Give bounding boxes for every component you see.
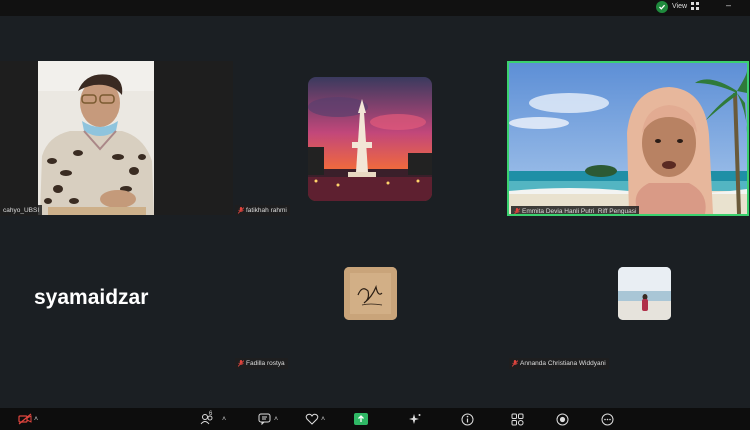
sparkle-icon — [408, 413, 422, 425]
info-icon — [461, 413, 474, 426]
apps-icon — [511, 413, 524, 426]
participant-display-name: syamaidzar — [34, 286, 149, 309]
info-button[interactable] — [461, 412, 474, 426]
record-icon — [556, 413, 569, 426]
participant-name-tag: cahyo_UBSI — [0, 205, 43, 216]
participants-count: 6 — [209, 411, 213, 417]
participant-tile-fadilla[interactable]: Fadilla rostya — [235, 224, 503, 376]
video-toggle-button[interactable]: ˄ — [18, 412, 38, 426]
participant-name-tag: Emmita Devia Hanli Putri_Riff Penguasi — [511, 206, 640, 215]
participant-name-tag: fatikhah rahmi — [235, 205, 290, 216]
view-button[interactable]: View — [672, 0, 700, 12]
top-bar: View – — [0, 0, 750, 16]
ai-companion-button[interactable] — [408, 412, 422, 426]
participant-avatar — [618, 267, 671, 320]
share-screen-button[interactable] — [354, 412, 368, 426]
apps-button[interactable] — [511, 412, 524, 426]
participant-name: fatikhah rahmi — [246, 207, 287, 214]
participants-icon: 6 — [200, 411, 214, 425]
reactions-button[interactable]: ˄ — [305, 412, 325, 426]
participant-name-tag: Fadilla rostya — [235, 358, 288, 369]
mic-off-icon — [511, 360, 519, 367]
participant-avatar — [344, 267, 397, 320]
chat-button[interactable]: ˄ — [258, 412, 278, 426]
participant-tile-cahyo[interactable]: cahyo_UBSI — [0, 61, 233, 216]
heart-icon — [305, 413, 319, 425]
chevron-up-icon[interactable]: ˄ — [274, 416, 278, 423]
participant-video — [509, 63, 747, 214]
participant-avatar — [308, 77, 432, 201]
participant-name-tag: Annanda Christiana Widdyani — [509, 358, 609, 369]
minimize-icon[interactable]: – — [726, 1, 731, 10]
view-label: View — [672, 2, 688, 10]
mic-off-icon — [513, 208, 521, 214]
mic-off-icon — [237, 360, 245, 367]
participant-video — [38, 61, 154, 215]
grid-icon — [691, 2, 700, 10]
participant-tile-annanda[interactable]: Annanda Christiana Widdyani — [507, 224, 749, 376]
chevron-up-icon[interactable]: ˄ — [34, 416, 38, 423]
participant-name: Emmita Devia Hanli Putri_Riff Penguasi — [522, 208, 637, 215]
meeting-toolbar: ˄ 6 ˄ ˄ ˄ — [0, 408, 750, 430]
participant-tile-emmita[interactable]: Emmita Devia Hanli Putri_Riff Penguasi — [507, 61, 749, 216]
video-off-icon — [18, 413, 32, 425]
chat-icon — [258, 413, 272, 425]
video-grid: cahyo_UBSI fatikhah rahmi Emmita Devia H… — [0, 16, 750, 408]
participant-name: cahyo_UBSI — [3, 207, 40, 214]
more-icon — [601, 413, 614, 426]
participant-name: Fadilla rostya — [246, 360, 285, 367]
share-screen-icon — [354, 413, 368, 425]
chevron-up-icon[interactable]: ˄ — [321, 416, 325, 423]
participants-button[interactable]: 6 ˄ — [200, 411, 226, 426]
mic-off-icon — [237, 207, 245, 214]
shield-icon[interactable] — [656, 0, 668, 13]
participant-tile-fatikhah[interactable]: fatikhah rahmi — [235, 61, 503, 216]
chevron-up-icon[interactable]: ˄ — [222, 416, 226, 423]
participant-tile-syamaidzar[interactable]: syamaidzar — [0, 224, 233, 376]
record-button[interactable] — [556, 412, 569, 426]
participant-name: Annanda Christiana Widdyani — [520, 360, 606, 367]
more-button[interactable] — [601, 412, 614, 426]
